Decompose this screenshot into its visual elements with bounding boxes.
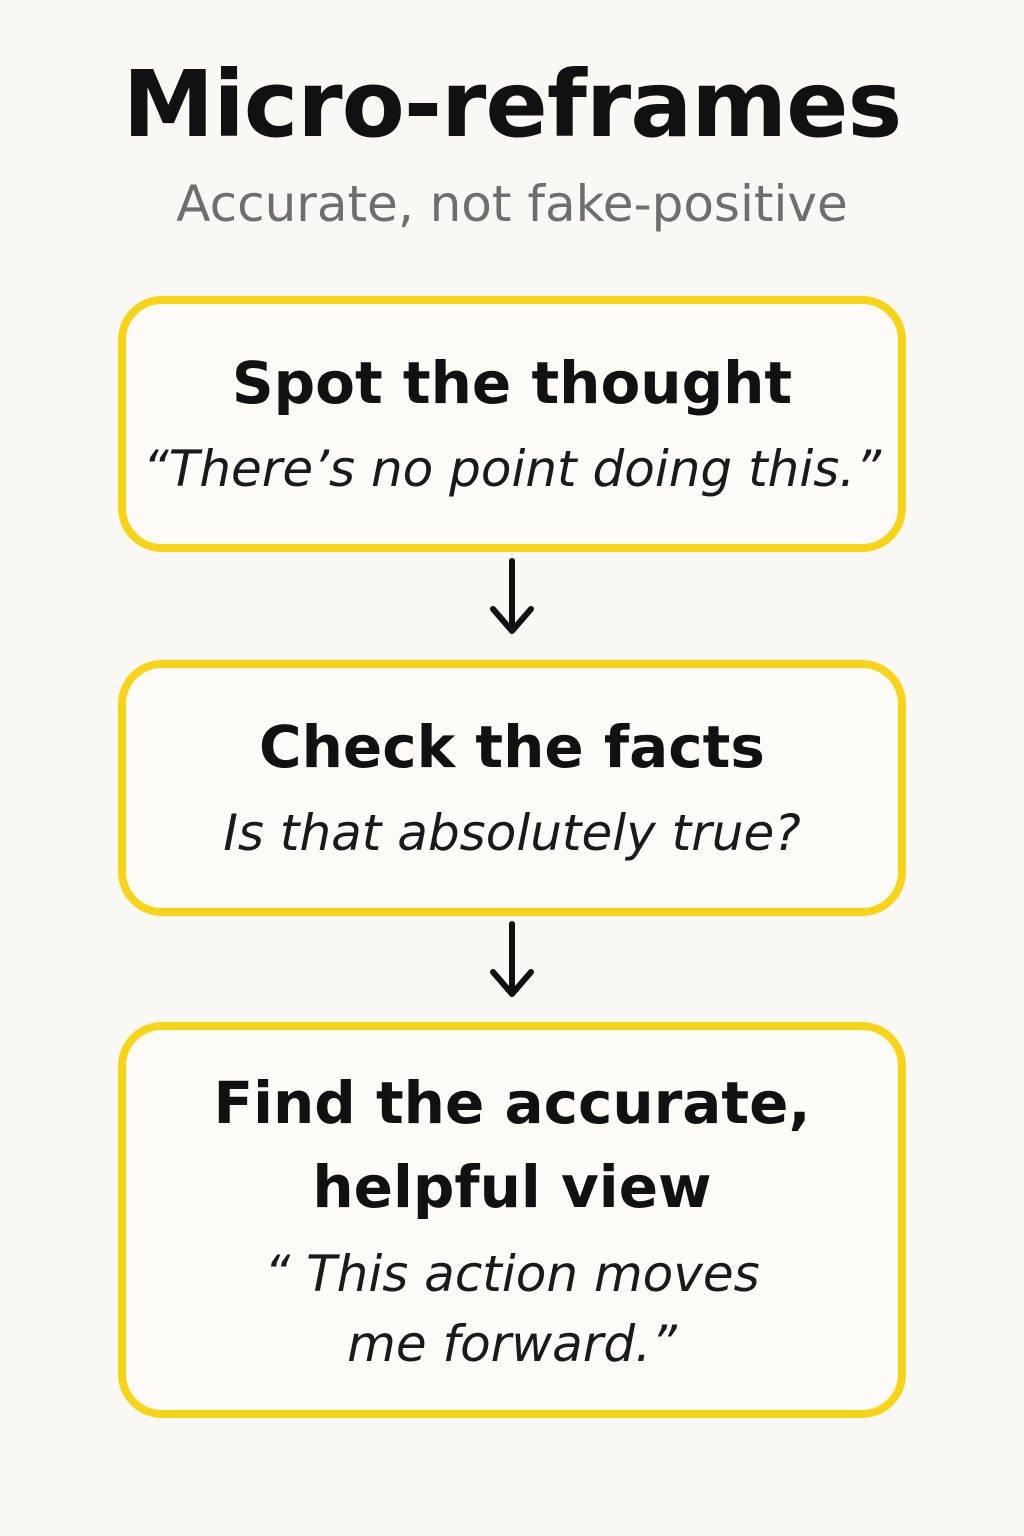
step-heading: Find the accurate, helpful view: [213, 1069, 811, 1221]
page-subtitle: Accurate, not fake-positive: [176, 175, 848, 233]
step-quote: “ This action moves me forward.”: [264, 1245, 760, 1373]
step-box-spot-thought: Spot the thought “There’s no point doing…: [118, 296, 906, 552]
page-title: Micro-reframes: [122, 51, 903, 158]
step-heading: Check the facts: [259, 713, 765, 781]
step-heading: Spot the thought: [231, 349, 793, 417]
arrow-down-icon: [490, 921, 534, 997]
arrow-down-icon: [490, 558, 534, 634]
step-quote: Is that absolutely true?: [223, 804, 801, 862]
step-box-accurate-view: Find the accurate, helpful view “ This a…: [118, 1022, 906, 1418]
step-quote: “There’s no point doing this.”: [142, 440, 882, 498]
step-box-check-facts: Check the facts Is that absolutely true?: [118, 660, 906, 916]
